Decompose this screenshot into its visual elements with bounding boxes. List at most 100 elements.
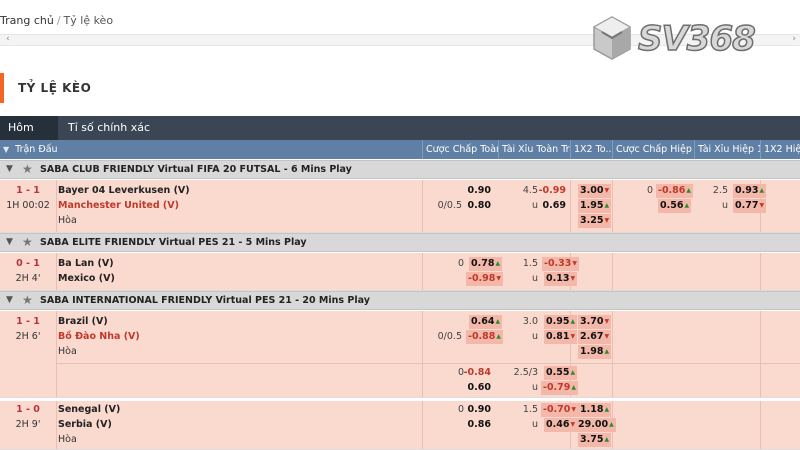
down-arrow-icon: ▼	[570, 421, 576, 428]
ou-h1-under-label: u	[721, 200, 728, 211]
odds-ou-h1-under[interactable]: 0.77▼	[733, 199, 767, 213]
down-arrow-icon: ▼	[604, 318, 610, 325]
up-arrow-icon: ▲	[571, 384, 577, 391]
odds-ou-h1-over[interactable]: 0.93▲	[733, 184, 767, 198]
odds-hdp-h1-home[interactable]: -0.86▲	[656, 184, 694, 198]
column-match[interactable]: ▼ Trận Đấu	[0, 140, 422, 159]
odds-hdp-h1-away[interactable]: 0.56▲	[658, 199, 692, 213]
odds-hdp-home[interactable]: 0.78▲	[469, 257, 503, 271]
sv368-logo[interactable]: SV368	[590, 14, 790, 64]
ou-line: 4.5	[522, 185, 538, 196]
match-clock: 2H 6'	[15, 331, 41, 342]
column-hdp-full: Cược Chấp Toàn...	[422, 140, 498, 159]
away-team: Mexico (V)	[58, 273, 115, 284]
scroll-left-icon[interactable]: ‹	[6, 34, 10, 44]
odds-hdp-away[interactable]: -0.98▼	[466, 272, 504, 286]
divider	[570, 180, 571, 232]
divider	[56, 180, 57, 232]
star-icon[interactable]: ★	[22, 162, 33, 176]
hdp-line: 0	[457, 258, 464, 269]
odds-1x2-away[interactable]: 2.67▼	[578, 330, 612, 344]
odds-over[interactable]: 0.95▲	[544, 315, 578, 329]
breadcrumb-current: Tỷ lệ kèo	[63, 14, 114, 27]
draw-label: Hòa	[58, 346, 77, 357]
league-header[interactable]: ▼ ★ SABA ELITE FRIENDLY Virtual PES 21 -…	[0, 233, 800, 252]
odds-under-alt[interactable]: -0.79▲	[541, 381, 579, 395]
odds-hdp-away-alt[interactable]: 0.60	[468, 382, 491, 394]
breadcrumb-home-link[interactable]: Trang chủ	[0, 14, 54, 27]
column-1x2-full: 1X2 To...	[570, 140, 612, 159]
divider	[56, 253, 57, 290]
odds-under[interactable]: 0.69	[543, 200, 566, 212]
odds-over[interactable]: -0.99	[539, 185, 566, 197]
odds-under[interactable]: 0.13▼	[544, 272, 578, 286]
odds-hdp-home[interactable]: 0.90	[468, 185, 491, 197]
down-arrow-icon: ▼	[570, 275, 576, 282]
ou-line: 1.5	[522, 404, 538, 415]
odds-1x2-home[interactable]: 3.70▼	[578, 315, 612, 329]
odds-hdp-home[interactable]: 0.90	[468, 404, 491, 416]
up-arrow-icon: ▲	[495, 260, 501, 267]
match-row: 1 - 0 2H 9' Senegal (V) Serbia (V) Hòa 0…	[0, 401, 800, 450]
up-arrow-icon: ▲	[570, 369, 576, 376]
up-arrow-icon: ▲	[684, 202, 690, 209]
scroll-right-icon[interactable]: ›	[792, 34, 796, 44]
odds-hdp-away[interactable]: 0.86	[468, 419, 491, 431]
odds-1x2-draw[interactable]: 1.98▲	[578, 345, 612, 359]
tab-correct-score[interactable]: Tỉ số chính xác	[60, 116, 158, 140]
away-team: Serbia (V)	[58, 419, 112, 430]
odds-hdp-home-alt[interactable]: -0.84	[464, 367, 491, 379]
odds-over[interactable]: -0.33▼	[542, 257, 580, 271]
star-icon[interactable]: ★	[22, 235, 33, 249]
divider	[422, 253, 423, 290]
collapse-icon[interactable]: ▼	[6, 295, 13, 305]
divider	[612, 253, 613, 290]
divider	[422, 311, 423, 397]
collapse-icon[interactable]: ▼	[6, 164, 13, 174]
odds-1x2-draw[interactable]: 3.25▼	[578, 214, 612, 228]
ou-under-label: u	[531, 419, 538, 430]
odds-under[interactable]: 0.46▼	[544, 418, 578, 432]
odds-over[interactable]: -0.70▼	[541, 403, 579, 417]
home-team: Brazil (V)	[58, 316, 108, 327]
divider	[612, 180, 613, 232]
home-team: Ba Lan (V)	[58, 258, 114, 269]
page-title: TỶ LỆ KÈO	[18, 81, 92, 95]
odds-1x2-away[interactable]: 1.95▲	[578, 199, 612, 213]
divider	[56, 401, 57, 449]
away-team: Manchester United (V)	[58, 200, 179, 211]
odds-1x2-home[interactable]: 1.18▲	[578, 403, 612, 417]
odds-hdp-home[interactable]: 0.64▲	[469, 315, 503, 329]
star-icon[interactable]: ★	[22, 293, 33, 307]
odds-1x2-draw[interactable]: 3.75▲	[578, 433, 612, 447]
collapse-icon[interactable]: ▼	[6, 237, 13, 247]
tab-today[interactable]: Hôm nay	[0, 116, 58, 158]
ou-under-label-alt: u	[531, 382, 538, 393]
up-arrow-icon: ▲	[604, 202, 610, 209]
odds-1x2-home[interactable]: 3.00▼	[578, 184, 612, 198]
divider	[760, 311, 761, 397]
draw-label: Hòa	[58, 215, 77, 226]
odds-over-alt[interactable]: 0.55▲	[544, 366, 578, 380]
hdp-h1-line: 0	[646, 185, 653, 196]
odds-hdp-away[interactable]: -0.88▲	[466, 330, 504, 344]
league-name: SABA ELITE FRIENDLY Virtual PES 21 - 5 M…	[40, 237, 307, 248]
league-header[interactable]: ▼ ★ SABA CLUB FRIENDLY Virtual FIFA 20 F…	[0, 160, 800, 179]
down-arrow-icon: ▼	[496, 275, 502, 282]
league-header[interactable]: ▼ ★ SABA INTERNATIONAL FRIENDLY Virtual …	[0, 291, 800, 310]
home-team: Senegal (V)	[58, 404, 121, 415]
ou-line: 3.0	[522, 316, 538, 327]
odds-under[interactable]: 0.81▼	[544, 330, 578, 344]
odds-1x2-away[interactable]: 29.00▲	[576, 418, 616, 432]
odds-hdp-away[interactable]: 0.80	[468, 200, 491, 212]
up-arrow-icon: ▲	[686, 187, 692, 194]
collapse-all-icon[interactable]: ▼	[3, 145, 9, 154]
up-arrow-icon: ▲	[604, 348, 610, 355]
divider	[760, 253, 761, 290]
ou-under-label: u	[531, 273, 538, 284]
league-name: SABA CLUB FRIENDLY Virtual FIFA 20 FUTSA…	[40, 164, 352, 175]
down-arrow-icon: ▼	[572, 260, 578, 267]
league-name: SABA INTERNATIONAL FRIENDLY Virtual PES …	[40, 295, 370, 306]
match-clock: 2H 9'	[15, 419, 41, 430]
breadcrumb: Trang chủ / Tỷ lệ kèo	[0, 14, 113, 27]
